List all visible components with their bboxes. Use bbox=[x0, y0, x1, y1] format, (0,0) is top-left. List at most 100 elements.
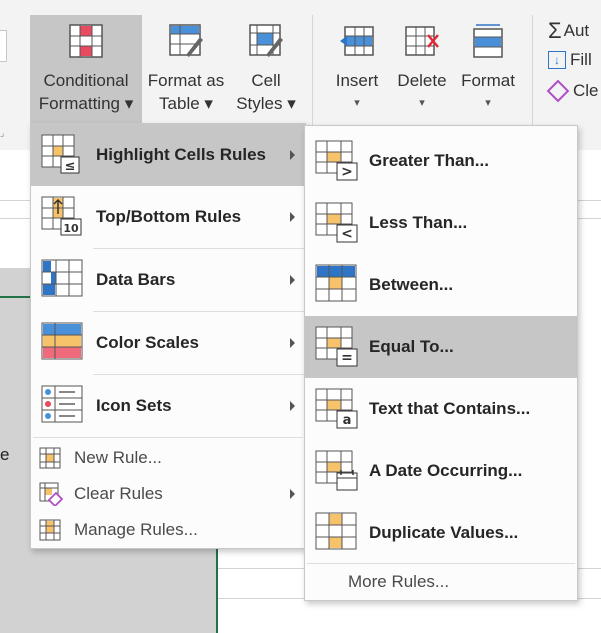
date-occurring-icon bbox=[315, 450, 358, 491]
submenu-label: Greater Than... bbox=[369, 151, 489, 170]
insert-caret: ▾ bbox=[354, 97, 360, 109]
equal-to-icon: = bbox=[315, 326, 358, 367]
submenu-item-equal-to[interactable]: = Equal To... bbox=[305, 316, 577, 378]
cell-text: e bbox=[0, 445, 10, 464]
submenu-label: Between... bbox=[369, 275, 454, 294]
conditional-formatting-menu: ≤ Highlight Cells Rules 10 Top/Bottom Ru… bbox=[30, 123, 306, 549]
submenu-label: Text that Contains... bbox=[369, 399, 531, 418]
menu-item-highlight-cells-rules[interactable]: ≤ Highlight Cells Rules bbox=[31, 124, 305, 186]
format-caret: ▾ bbox=[485, 97, 491, 109]
cell-styles-icon bbox=[249, 24, 283, 57]
conditional-formatting-button[interactable]: Conditional Formatting ▾ bbox=[30, 15, 142, 123]
menu-label: Highlight Cells Rules bbox=[96, 145, 267, 164]
submenu-item-greater-than[interactable]: > Greater Than... bbox=[305, 130, 577, 192]
submenu-label: Duplicate Values... bbox=[369, 523, 519, 542]
delete-button[interactable]: Delete ▾ bbox=[392, 15, 452, 115]
submenu-arrow-icon bbox=[290, 275, 295, 285]
clear-button[interactable]: Cle bbox=[546, 79, 599, 103]
svg-text:10: 10 bbox=[63, 222, 79, 235]
submenu-item-text-contains[interactable]: a Text that Contains... bbox=[305, 378, 577, 440]
eraser-icon bbox=[546, 79, 570, 103]
menu-label: Manage Rules... bbox=[74, 520, 198, 539]
submenu-label: Less Than... bbox=[369, 213, 468, 232]
autosum-label: Aut bbox=[563, 21, 590, 40]
format-as-table-icon bbox=[169, 24, 203, 57]
data-bars-icon bbox=[41, 259, 83, 297]
submenu-item-less-than[interactable]: < Less Than... bbox=[305, 192, 577, 254]
submenu-item-between[interactable]: Between... bbox=[305, 254, 577, 316]
format-button[interactable]: Format ▾ bbox=[456, 15, 520, 115]
clear-label: Cle bbox=[573, 81, 599, 100]
fat-label-1: Format as bbox=[147, 71, 225, 90]
fat-label-2: Table ▾ bbox=[159, 94, 213, 113]
insert-cells-icon bbox=[340, 26, 374, 56]
menu-item-manage-rules[interactable]: Manage Rules... bbox=[31, 513, 305, 547]
sigma-icon: Σ bbox=[548, 18, 562, 43]
menu-item-color-scales[interactable]: Color Scales bbox=[31, 312, 305, 374]
new-rule-icon bbox=[39, 447, 61, 469]
menu-label: Color Scales bbox=[96, 333, 199, 352]
submenu-item-duplicate-values[interactable]: Duplicate Values... bbox=[305, 502, 577, 564]
submenu-arrow-icon bbox=[290, 401, 295, 411]
cf-label-1: Conditional bbox=[43, 71, 129, 90]
insert-button[interactable]: Insert ▾ bbox=[324, 15, 390, 115]
submenu-arrow-icon bbox=[290, 489, 295, 499]
svg-text:<: < bbox=[341, 226, 353, 242]
submenu-arrow-icon bbox=[290, 150, 295, 160]
greater-than-icon: > bbox=[315, 140, 358, 181]
fill-button[interactable]: ↓ Fill bbox=[548, 50, 592, 70]
delete-cells-icon bbox=[405, 26, 439, 56]
highlight-cells-icon: ≤ bbox=[41, 134, 80, 174]
format-cells-icon bbox=[473, 24, 503, 58]
submenu-label: A Date Occurring... bbox=[369, 461, 523, 480]
conditional-formatting-icon bbox=[69, 24, 103, 58]
fill-down-icon: ↓ bbox=[548, 51, 566, 69]
menu-label: Top/Bottom Rules bbox=[96, 207, 242, 226]
svg-text:a: a bbox=[343, 413, 352, 428]
svg-text:≤: ≤ bbox=[65, 159, 76, 174]
name-box-edge bbox=[0, 30, 7, 62]
manage-rules-icon bbox=[39, 519, 61, 541]
ribbon-separator bbox=[312, 15, 313, 135]
cell-styles-button[interactable]: Cell Styles ▾ bbox=[230, 15, 302, 115]
text-contains-icon: a bbox=[315, 388, 358, 429]
between-icon bbox=[315, 264, 357, 302]
duplicate-values-icon bbox=[315, 512, 357, 550]
fill-label: Fill bbox=[570, 50, 592, 69]
menu-item-top-bottom-rules[interactable]: 10 Top/Bottom Rules bbox=[31, 186, 305, 248]
menu-divider bbox=[33, 437, 303, 438]
clear-rules-icon bbox=[39, 482, 63, 506]
menu-divider bbox=[307, 563, 575, 564]
delete-caret: ▾ bbox=[419, 97, 425, 109]
submenu-label: Equal To... bbox=[369, 337, 454, 356]
icon-sets-icon bbox=[41, 385, 83, 423]
menu-label: Data Bars bbox=[96, 270, 176, 289]
submenu-item-date-occurring[interactable]: A Date Occurring... bbox=[305, 440, 577, 502]
highlight-cells-submenu: > Greater Than... < Less Than... Between… bbox=[304, 125, 578, 601]
menu-label: Clear Rules bbox=[74, 484, 163, 503]
autosum-button[interactable]: Σ Aut bbox=[548, 18, 589, 44]
menu-item-new-rule[interactable]: New Rule... bbox=[31, 441, 305, 475]
delete-label: Delete bbox=[397, 71, 447, 90]
cf-label-2: Formatting ▾ bbox=[38, 94, 134, 113]
color-scales-icon bbox=[41, 322, 83, 360]
submenu-item-more-rules[interactable]: More Rules... bbox=[305, 566, 577, 598]
menu-label: New Rule... bbox=[74, 448, 162, 467]
menu-item-clear-rules[interactable]: Clear Rules bbox=[31, 477, 305, 511]
ribbon-separator-2 bbox=[532, 15, 533, 135]
menu-label: Icon Sets bbox=[96, 396, 172, 415]
dialog-launcher-icon[interactable]: ⌟ bbox=[0, 128, 12, 140]
svg-text:>: > bbox=[341, 164, 353, 180]
svg-text:=: = bbox=[341, 350, 353, 366]
submenu-arrow-icon bbox=[290, 338, 295, 348]
cs-label-2: Styles ▾ bbox=[236, 94, 296, 113]
submenu-arrow-icon bbox=[290, 212, 295, 222]
submenu-label: More Rules... bbox=[348, 572, 450, 591]
less-than-icon: < bbox=[315, 202, 358, 243]
insert-label: Insert bbox=[335, 71, 379, 90]
menu-item-data-bars[interactable]: Data Bars bbox=[31, 249, 305, 311]
menu-item-icon-sets[interactable]: Icon Sets bbox=[31, 375, 305, 437]
format-as-table-button[interactable]: Format as Table ▾ bbox=[144, 15, 228, 115]
cs-label-1: Cell bbox=[251, 71, 281, 90]
format-label: Format bbox=[461, 71, 515, 90]
